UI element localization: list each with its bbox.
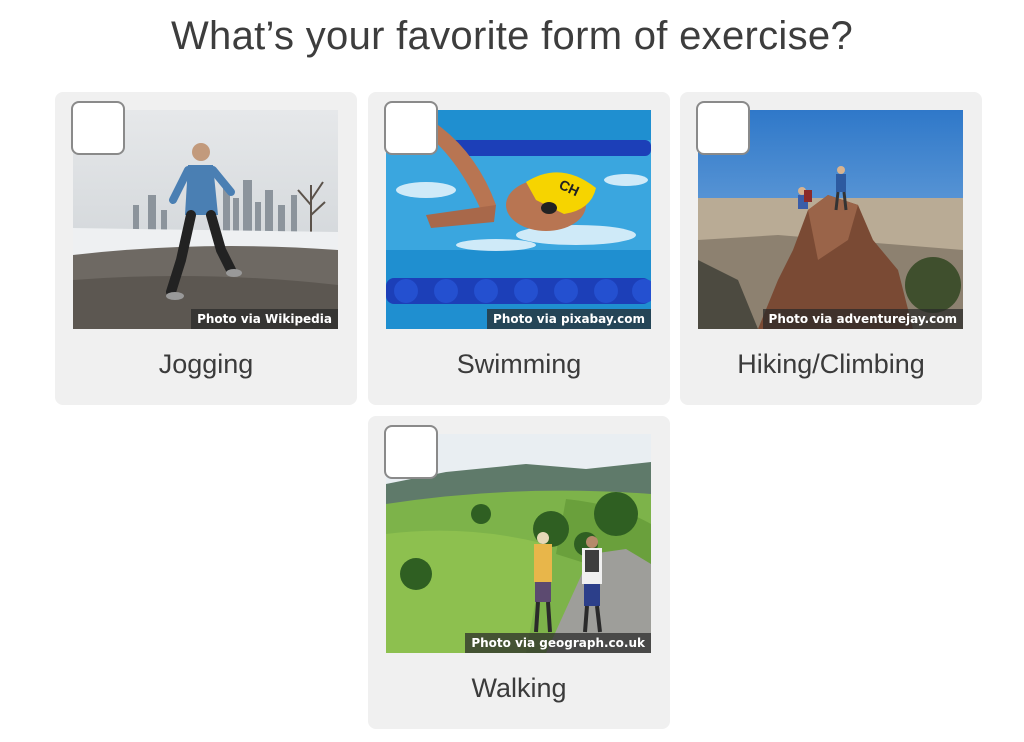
option-card-walking[interactable]: Photo via geograph.co.uk Walking (368, 416, 670, 729)
swimming-checkbox[interactable] (384, 101, 438, 155)
option-card-hiking-climbing[interactable]: Photo via adventurejay.com Hiking/Climbi… (680, 92, 982, 405)
photo-credit: Photo via Wikipedia (191, 309, 338, 329)
option-card-jogging[interactable]: Photo via Wikipedia Jogging (55, 92, 357, 405)
question-title: What’s your favorite form of exercise? (170, 14, 854, 58)
option-label-jogging: Jogging (158, 349, 254, 379)
option-label-walking: Walking (471, 673, 567, 703)
walking-checkbox[interactable] (384, 425, 438, 479)
photo-credit: Photo via pixabay.com (487, 309, 651, 329)
jogging-checkbox[interactable] (71, 101, 125, 155)
photo-credit: Photo via geograph.co.uk (465, 633, 651, 653)
hiking-climbing-checkbox[interactable] (696, 101, 750, 155)
option-label-hiking-climbing: Hiking/Climbing (737, 349, 925, 379)
option-label-swimming: Swimming (456, 349, 582, 379)
option-card-swimming[interactable]: CH Photo via pixabay.com Swimming (368, 92, 670, 405)
photo-credit: Photo via adventurejay.com (762, 309, 963, 329)
